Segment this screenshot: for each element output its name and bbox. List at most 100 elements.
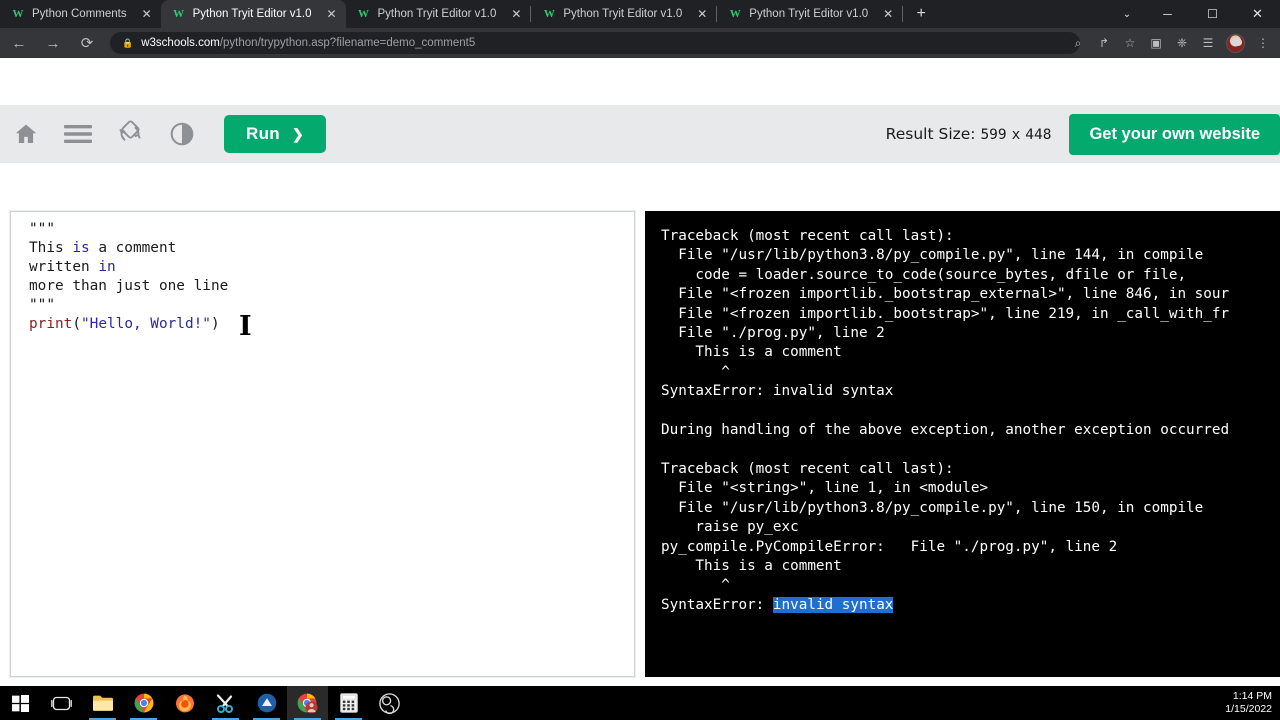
selected-text: invalid syntax bbox=[772, 596, 894, 613]
code-text[interactable]: """ This is a comment written in more than … bbox=[11, 212, 634, 334]
chrome-menu-icon[interactable]: ⋮ bbox=[1250, 30, 1276, 56]
blue-app-button[interactable] bbox=[246, 686, 287, 720]
console-line: SyntaxError: invalid syntax bbox=[661, 596, 1280, 615]
code-line: """ bbox=[29, 220, 634, 239]
console-line: py_compile.PyCompileError: File "./prog.… bbox=[661, 538, 1280, 557]
taskbar-clock[interactable]: 1:14 PM 1/15/2022 bbox=[1225, 686, 1272, 720]
chrome-active-button[interactable] bbox=[287, 686, 328, 720]
chevron-right-icon: ❯ bbox=[291, 125, 304, 142]
close-icon[interactable]: ✕ bbox=[139, 6, 155, 22]
code-token: ( bbox=[72, 316, 81, 332]
console-line-text: File "./prog.py", line 2 bbox=[661, 325, 885, 342]
share-icon[interactable]: ↱ bbox=[1091, 30, 1117, 56]
tryit-toolbar: Run ❯ Result Size: 599 x 448 Get your ow… bbox=[0, 105, 1280, 163]
tab-title: Python Tryit Editor v1.0 bbox=[377, 8, 497, 20]
console-line-text: raise py_exc bbox=[661, 519, 799, 536]
forward-icon[interactable]: → bbox=[38, 28, 68, 58]
tab-title: Python Tryit Editor v1.0 bbox=[749, 8, 869, 20]
console-line-text: File "<frozen importlib._bootstrap>", li… bbox=[661, 305, 1230, 322]
payment-card-icon[interactable]: ▣ bbox=[1143, 30, 1169, 56]
browser-tab-1[interactable]: W Python Tryit Editor v1.0 ✕ bbox=[160, 0, 346, 28]
console-line: This is a comment bbox=[661, 557, 1280, 576]
console-line: File "<frozen importlib._bootstrap_exter… bbox=[661, 285, 1280, 304]
console-line: During handling of the above exception, … bbox=[661, 421, 1280, 440]
console-line-text: During handling of the above exception, … bbox=[661, 422, 1230, 439]
calculator-button[interactable] bbox=[328, 686, 369, 720]
console-line: Traceback (most recent call last): bbox=[661, 227, 1280, 246]
browser-tab-4[interactable]: W Python Tryit Editor v1.0 ✕ bbox=[717, 0, 902, 28]
w3schools-favicon-icon: W bbox=[543, 8, 555, 20]
url-path: /python/trypython.asp?filename=demo_comm… bbox=[219, 37, 476, 49]
tab-title: Python Tryit Editor v1.0 bbox=[192, 8, 312, 20]
obs-studio-button[interactable] bbox=[369, 686, 410, 720]
close-icon[interactable]: ✕ bbox=[324, 6, 340, 22]
run-button[interactable]: Run ❯ bbox=[224, 115, 326, 153]
dark-mode-contrast-icon[interactable] bbox=[156, 105, 208, 163]
console-line: ^ bbox=[661, 363, 1280, 382]
console-line-text: SyntaxError: invalid syntax bbox=[661, 383, 894, 400]
console-line-text: This is a comment bbox=[661, 344, 842, 361]
search-icon[interactable]: ⌕ bbox=[1065, 30, 1091, 56]
extensions-puzzle-icon[interactable]: ❈ bbox=[1169, 30, 1195, 56]
snip-and-sketch-button[interactable] bbox=[205, 686, 246, 720]
console-line-text: py_compile.PyCompileError: File "./prog.… bbox=[661, 538, 1118, 555]
result-size-label: Result Size: bbox=[885, 125, 976, 143]
console-line: File "<string>", line 1, in <module> bbox=[661, 479, 1280, 498]
browser-tab-3[interactable]: W Python Tryit Editor v1.0 ✕ bbox=[531, 0, 716, 28]
clock-date: 1/15/2022 bbox=[1225, 703, 1272, 715]
w3schools-favicon-icon: W bbox=[358, 8, 369, 20]
close-icon[interactable]: ✕ bbox=[508, 6, 524, 22]
console-line-text: File "/usr/lib/python3.8/py_compile.py",… bbox=[661, 499, 1204, 516]
code-line: print("Hello, World!") bbox=[29, 315, 634, 334]
console-line: File "./prog.py", line 2 bbox=[661, 324, 1280, 343]
code-token: more than just one line bbox=[29, 278, 229, 294]
bookmark-star-icon[interactable]: ☆ bbox=[1117, 30, 1143, 56]
code-line: more than just one line bbox=[29, 277, 634, 296]
code-token: """ bbox=[29, 297, 55, 313]
result-size-indicator: Result Size: 599 x 448 bbox=[886, 125, 1052, 143]
console-line: File "/usr/lib/python3.8/py_compile.py",… bbox=[661, 499, 1280, 518]
screen: W Python Comments ✕ W Python Tryit Edito… bbox=[0, 0, 1280, 720]
clock-time: 1:14 PM bbox=[1232, 690, 1272, 702]
avatar[interactable] bbox=[1226, 33, 1245, 53]
browser-tab-2[interactable]: W Python Tryit Editor v1.0 ✕ bbox=[346, 0, 531, 28]
close-icon[interactable]: ✕ bbox=[880, 6, 896, 22]
reload-icon[interactable]: ⟳ bbox=[72, 28, 102, 58]
code-token: a comment bbox=[89, 240, 177, 256]
close-icon[interactable]: ✕ bbox=[694, 6, 710, 22]
text-cursor-icon: I bbox=[239, 311, 252, 342]
hamburger-menu-icon[interactable] bbox=[52, 105, 104, 163]
minimize-button[interactable]: ─ bbox=[1145, 0, 1190, 28]
maximize-button[interactable]: ☐ bbox=[1190, 0, 1235, 28]
console-line: code = loader.source_to_code(source_byte… bbox=[661, 266, 1280, 285]
back-icon[interactable]: ← bbox=[4, 28, 34, 58]
console-line-text: SyntaxError: bbox=[661, 596, 773, 613]
result-size-times: x bbox=[1011, 127, 1021, 143]
code-token: ) bbox=[210, 316, 220, 332]
chevron-down-icon[interactable]: ⌄ bbox=[1109, 0, 1145, 28]
chrome-button[interactable] bbox=[123, 686, 164, 720]
get-your-own-website-button[interactable]: Get your own website bbox=[1069, 113, 1280, 155]
start-button[interactable] bbox=[0, 686, 41, 720]
w3schools-favicon-icon: W bbox=[729, 8, 741, 20]
home-icon[interactable] bbox=[0, 105, 52, 163]
task-view-button[interactable] bbox=[41, 686, 82, 720]
tab-title: Python Tryit Editor v1.0 bbox=[563, 8, 683, 20]
console-line: File "/usr/lib/python3.8/py_compile.py",… bbox=[661, 246, 1280, 265]
code-editor-panel[interactable]: """ This is a comment written in more than … bbox=[10, 211, 635, 677]
rotate-screen-icon[interactable] bbox=[104, 105, 156, 163]
console-line: Traceback (most recent call last): bbox=[661, 460, 1280, 479]
reading-list-icon[interactable]: ☰ bbox=[1195, 30, 1221, 56]
browser-tab-0[interactable]: W Python Comments ✕ bbox=[0, 0, 161, 28]
console-line: raise py_exc bbox=[661, 518, 1280, 537]
firefox-button[interactable] bbox=[164, 686, 205, 720]
window-close-button[interactable]: ✕ bbox=[1235, 0, 1280, 28]
file-explorer-button[interactable] bbox=[82, 686, 123, 720]
console-line-text: File "<frozen importlib._bootstrap_exter… bbox=[661, 286, 1230, 303]
code-token: """ bbox=[29, 221, 55, 237]
console-line-text: File "<string>", line 1, in <module> bbox=[661, 480, 989, 497]
new-tab-button[interactable]: + bbox=[907, 0, 935, 28]
console-line-text: Traceback (most recent call last): bbox=[661, 460, 954, 477]
address-bar[interactable]: 🔒 w3schools.com /python/trypython.asp?fi… bbox=[110, 32, 1080, 54]
output-console-panel[interactable]: Traceback (most recent call last): File … bbox=[645, 211, 1280, 677]
